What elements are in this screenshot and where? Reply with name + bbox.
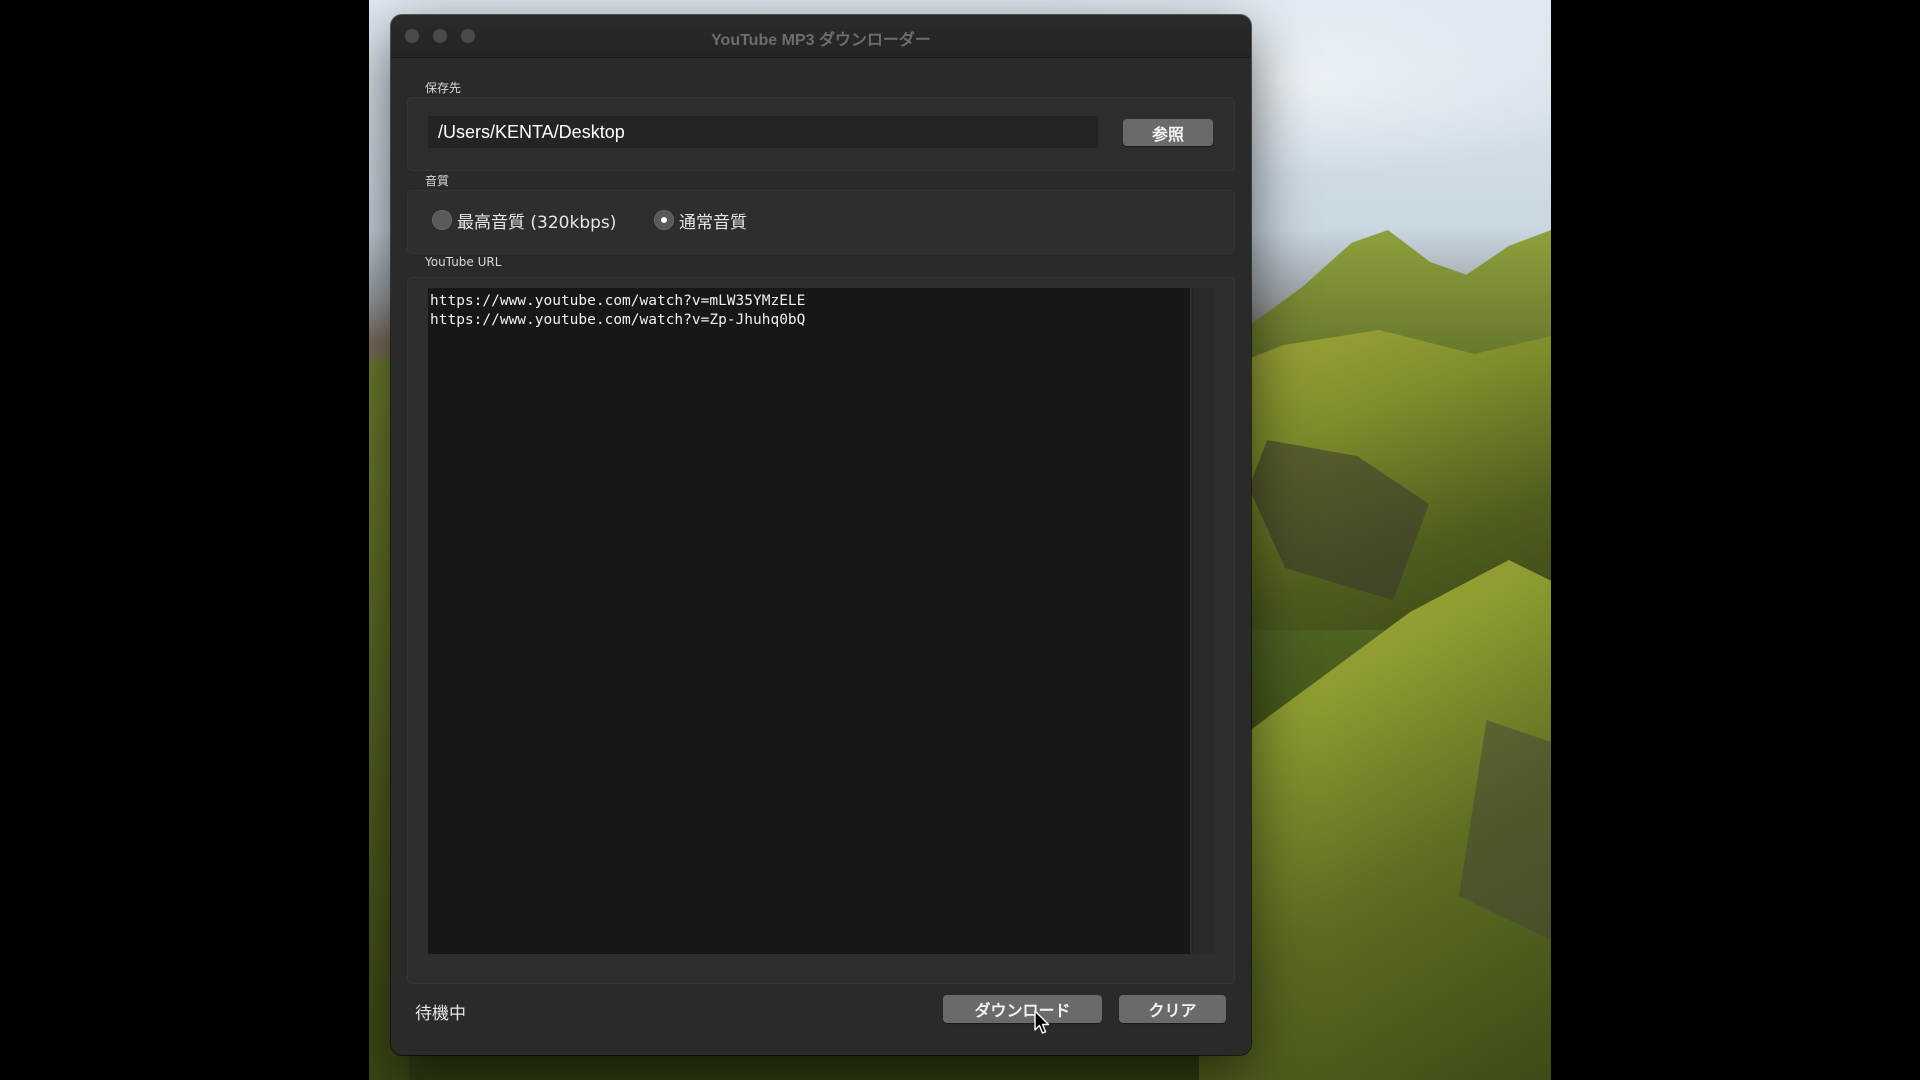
youtube-url-label: YouTube URL	[425, 255, 502, 269]
window-title: YouTube MP3 ダウンローダー	[711, 32, 931, 49]
app-window: YouTube MP3 ダウンローダー 保存先 参照 音質 最高音質 (320k…	[391, 15, 1251, 1055]
browse-button[interactable]: 参照	[1123, 119, 1213, 146]
radio-button-high-quality[interactable]	[432, 210, 452, 230]
radio-option-normal-quality[interactable]: 通常音質	[654, 207, 747, 233]
save-location-group: 参照	[407, 97, 1235, 171]
url-scrollbar[interactable]	[1192, 288, 1215, 954]
youtube-url-group: https://www.youtube.com/watch?v=mLW35YMz…	[407, 277, 1235, 984]
save-path-field[interactable]	[428, 116, 1098, 148]
save-location-label: 保存先	[425, 81, 462, 95]
quality-label: 音質	[425, 174, 450, 188]
clear-button[interactable]: クリア	[1119, 995, 1226, 1023]
title-bar[interactable]: YouTube MP3 ダウンローダー	[391, 15, 1251, 58]
quality-group: 最高音質 (320kbps) 通常音質	[407, 190, 1235, 254]
youtube-url-textarea[interactable]: https://www.youtube.com/watch?v=mLW35YMz…	[428, 288, 1190, 954]
radio-label-normal-quality: 通常音質	[679, 212, 747, 233]
mouse-pointer-icon	[1034, 1010, 1050, 1034]
radio-label-high-quality: 最高音質 (320kbps)	[457, 212, 617, 233]
radio-button-normal-quality[interactable]	[654, 210, 674, 230]
status-text: 待機中	[415, 1004, 466, 1024]
radio-option-high-quality[interactable]: 最高音質 (320kbps)	[432, 207, 616, 233]
download-button[interactable]: ダウンロード	[943, 995, 1102, 1023]
